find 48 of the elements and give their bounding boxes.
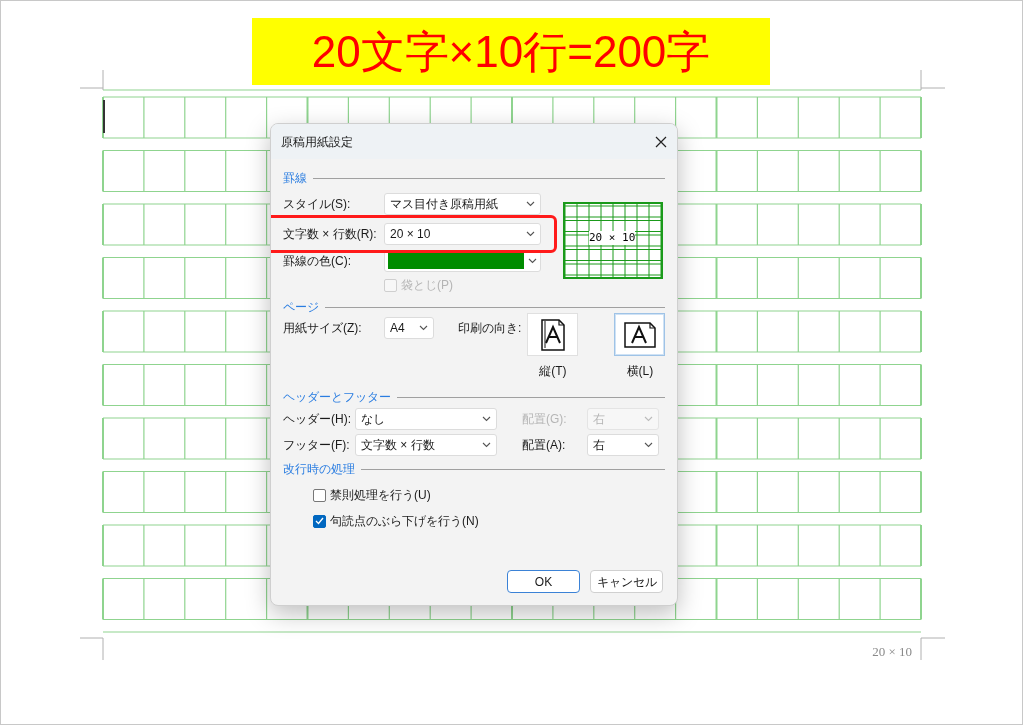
landscape-page-icon <box>622 321 657 348</box>
field-label: 印刷の向き: <box>458 320 522 337</box>
title-banner: 20文字×10行=200字 <box>252 18 770 85</box>
chevron-down-icon <box>526 201 535 207</box>
text-cursor <box>103 100 105 133</box>
crop-mark <box>79 69 104 91</box>
checkbox[interactable] <box>313 488 326 502</box>
chevron-down-icon <box>526 231 535 237</box>
dropdown[interactable]: A4 <box>384 317 434 339</box>
chevron-down-icon <box>644 442 653 448</box>
checkbox-label: 禁則処理を行う(U) <box>330 487 431 504</box>
orientation-button[interactable] <box>614 313 666 356</box>
dropdown[interactable]: マス目付き原稿用紙 <box>384 193 541 215</box>
orientation-button[interactable] <box>527 313 579 356</box>
dialog-button[interactable]: OK <box>507 570 580 593</box>
field-label: ヘッダー(H): <box>283 411 352 428</box>
field-label: フッター(F): <box>283 437 351 454</box>
dropdown[interactable]: 右 <box>587 434 659 456</box>
footer-text: 20 × 10 <box>871 643 912 661</box>
section-title: 罫線 <box>283 170 307 187</box>
field-label: 用紙サイズ(Z): <box>283 320 363 337</box>
dropdown[interactable]: 文字数 × 行数 <box>355 434 497 456</box>
section-title: ヘッダーとフッター <box>283 389 391 406</box>
chevron-down-icon <box>644 416 653 422</box>
crop-mark <box>920 69 946 91</box>
chevron-down-icon <box>482 416 491 422</box>
section-title: ページ <box>283 299 319 316</box>
crop-mark <box>79 637 104 661</box>
dialog-button[interactable]: キャンセル <box>590 570 663 593</box>
section-title: 改行時の処理 <box>283 461 355 478</box>
crop-mark <box>920 637 946 661</box>
dropdown[interactable]: なし <box>355 408 497 430</box>
chevron-down-icon <box>482 442 491 448</box>
field-label: 配置(A): <box>522 437 567 454</box>
preview-text: 20 × 10 <box>589 231 636 245</box>
field-label: スタイル(S): <box>283 196 352 213</box>
close-icon[interactable] <box>655 135 667 148</box>
orientation-label: 横(L) <box>626 363 654 380</box>
checkbox-label: 句読点のぶら下げを行う(N) <box>330 513 479 530</box>
field-label: 罫線の色(C): <box>283 253 352 270</box>
window-title: 原稿用紙設定 <box>281 133 353 151</box>
dropdown[interactable]: 20 × 10 <box>384 223 541 245</box>
chevron-down-icon <box>419 325 428 331</box>
field-label: 文字数 × 行数(R): <box>283 226 378 243</box>
portrait-page-icon <box>539 318 566 351</box>
chevron-down-icon <box>528 258 537 264</box>
orientation-label: 縦(T) <box>539 363 567 380</box>
checkbox[interactable] <box>313 514 326 528</box>
